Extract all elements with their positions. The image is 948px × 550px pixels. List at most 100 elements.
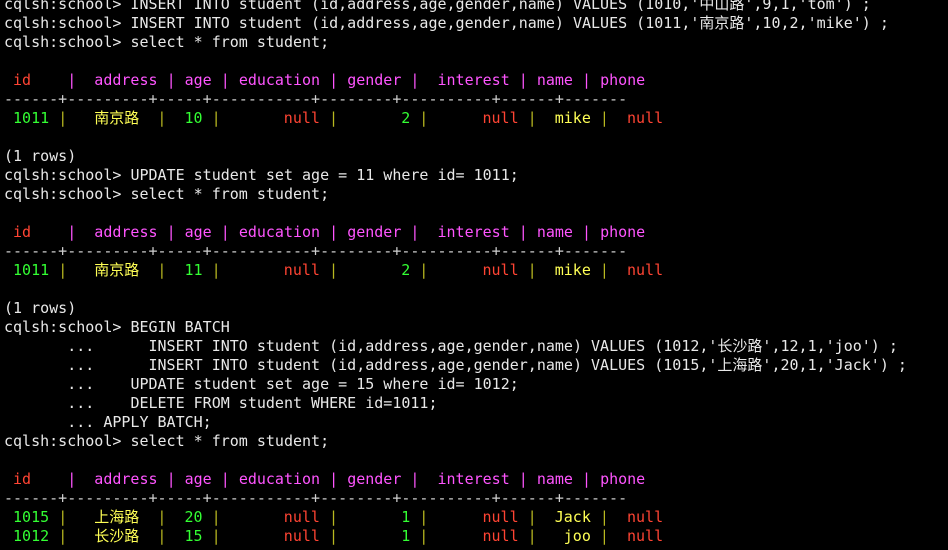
- header-separator: |: [582, 71, 601, 89]
- row-count-2: (1 rows): [0, 299, 948, 318]
- continuation-prompt: ...: [4, 375, 131, 393]
- table-header-row-2: id | address | age | education | gender …: [0, 223, 948, 242]
- cell-name: mike: [545, 109, 600, 127]
- cell-phone: null: [617, 508, 664, 526]
- cell-phone: null: [617, 527, 664, 545]
- cell-id: 1011: [4, 109, 59, 127]
- column-header-phone: phone: [600, 223, 646, 241]
- column-header-education: education: [238, 470, 330, 488]
- table-divider-3: ------+---------+-----+-----------+-----…: [0, 489, 948, 508]
- command-text: INSERT INTO student (id,address,age,gend…: [130, 337, 898, 355]
- column-header-age: age: [184, 71, 221, 89]
- cell-id: 1015: [4, 508, 59, 526]
- cell-age: 11: [175, 261, 212, 279]
- cell-address: 长沙路: [76, 527, 158, 545]
- column-header-interest: interest: [428, 71, 519, 89]
- cell-separator: |: [328, 109, 348, 127]
- cell-separator: |: [527, 261, 546, 279]
- column-header-name: name: [536, 470, 582, 488]
- column-header-interest: interest: [428, 470, 519, 488]
- cell-separator: |: [157, 527, 176, 545]
- header-separator: |: [58, 470, 86, 488]
- cell-age: 10: [175, 109, 212, 127]
- cell-address: 上海路: [76, 508, 158, 526]
- shell-prompt: cqlsh:school>: [4, 33, 131, 51]
- column-header-gender: gender: [347, 223, 411, 241]
- cell-address: 南京路: [76, 261, 158, 279]
- header-separator: |: [166, 223, 185, 241]
- cell-age: 15: [175, 527, 212, 545]
- cell-separator: |: [157, 508, 176, 526]
- cell-id: 1011: [4, 261, 59, 279]
- cell-separator: |: [599, 508, 618, 526]
- header-separator: |: [329, 470, 348, 488]
- cell-separator: |: [211, 261, 230, 279]
- batch-line-insert-1012: ... INSERT INTO student (id,address,age,…: [0, 337, 948, 356]
- table-row: 1011 | 南京路 | 10 | null | 2 | null | mike…: [0, 109, 948, 128]
- header-separator: |: [582, 470, 601, 488]
- cell-name: joo: [545, 527, 600, 545]
- column-header-id: id: [4, 223, 59, 241]
- cell-separator: |: [599, 109, 618, 127]
- command-text: INSERT INTO student (id,address,age,gend…: [130, 356, 907, 374]
- table-divider-2: ------+---------+-----+-----------+-----…: [0, 242, 948, 261]
- header-separator: |: [518, 71, 537, 89]
- command-text: APPLY BATCH;: [103, 413, 212, 431]
- column-header-age: age: [184, 223, 221, 241]
- cell-separator: |: [58, 261, 77, 279]
- cell-separator: |: [211, 508, 230, 526]
- batch-line-insert-1015: ... INSERT INTO student (id,address,age,…: [0, 356, 948, 375]
- header-separator: |: [582, 223, 601, 241]
- command-line-begin-batch: cqlsh:school> BEGIN BATCH: [0, 318, 948, 337]
- table-row: 1015 | 上海路 | 20 | null | 1 | null | Jack…: [0, 508, 948, 527]
- cell-separator: |: [328, 527, 348, 545]
- header-separator: |: [58, 223, 86, 241]
- command-line-select-1: cqlsh:school> select * from student;: [0, 33, 948, 52]
- cell-phone: null: [617, 109, 664, 127]
- continuation-prompt: ...: [4, 356, 131, 374]
- batch-line-update-1012: ... UPDATE student set age = 15 where id…: [0, 375, 948, 394]
- cell-separator: |: [157, 109, 176, 127]
- column-header-education: education: [238, 223, 330, 241]
- column-header-id: id: [4, 470, 59, 488]
- table-header-row-1: id | address | age | education | gender …: [0, 71, 948, 90]
- column-header-address: address: [85, 71, 167, 89]
- command-text: INSERT INTO student (id,address,age,gend…: [130, 14, 889, 32]
- cell-interest: null: [437, 508, 528, 526]
- cell-separator: |: [328, 261, 348, 279]
- divider-rule: ------+---------+-----+-----------+-----…: [4, 489, 628, 507]
- header-separator: |: [220, 223, 239, 241]
- header-separator: |: [166, 470, 185, 488]
- table-row: 1011 | 南京路 | 11 | null | 2 | null | mike…: [0, 261, 948, 280]
- cell-gender: 1: [347, 508, 420, 526]
- cell-separator: |: [157, 261, 176, 279]
- command-text: UPDATE student set age = 11 where id= 10…: [130, 166, 519, 184]
- shell-prompt: cqlsh:school>: [4, 185, 131, 203]
- shell-prompt: cqlsh:school>: [4, 14, 131, 32]
- command-text: select * from student;: [130, 432, 330, 450]
- table-row: 1012 | 长沙路 | 15 | null | 1 | null | joo …: [0, 527, 948, 546]
- row-count-text: (1 rows): [4, 147, 77, 165]
- header-separator: |: [410, 223, 429, 241]
- cell-phone: null: [617, 261, 664, 279]
- shell-prompt: cqlsh:school>: [4, 318, 131, 336]
- column-header-phone: phone: [600, 71, 646, 89]
- cell-separator: |: [527, 508, 546, 526]
- cell-separator: |: [527, 109, 546, 127]
- terminal-window[interactable]: cqlsh:school> INSERT INTO student (id,ad…: [0, 0, 948, 550]
- header-separator: |: [329, 223, 348, 241]
- column-header-interest: interest: [428, 223, 519, 241]
- column-header-address: address: [85, 470, 167, 488]
- scrollback-clipped-line: cqlsh:school> INSERT INTO student (id,ad…: [0, 0, 948, 14]
- header-separator: |: [58, 71, 86, 89]
- batch-line-apply: ... APPLY BATCH;: [0, 413, 948, 432]
- header-separator: |: [166, 71, 185, 89]
- cell-gender: 1: [347, 527, 420, 545]
- column-header-name: name: [536, 71, 582, 89]
- continuation-prompt: ...: [4, 413, 104, 431]
- continuation-prompt: ...: [4, 394, 131, 412]
- table-divider-1: ------+---------+-----+-----------+-----…: [0, 90, 948, 109]
